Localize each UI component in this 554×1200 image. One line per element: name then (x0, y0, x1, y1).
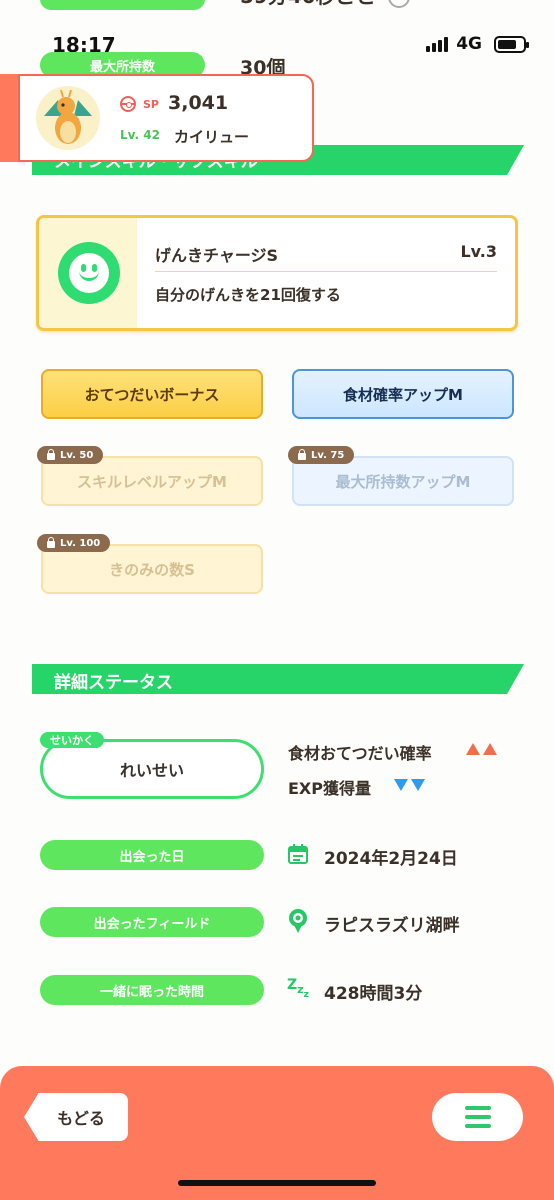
main-skill-name: げんきチャージS (155, 246, 279, 265)
met-date-value: 2024年2月24日 (324, 849, 458, 869)
dragonite-avatar-icon (36, 86, 100, 150)
section-header-skills: メインスキル・サブスキル (26, 145, 524, 175)
info-icon[interactable] (388, 0, 410, 8)
pokemon-name: カイリュー (174, 128, 250, 146)
subskill-label: スキルレベルアップM (77, 472, 227, 491)
nature-tag: せいかく (40, 732, 104, 748)
down-arrow-icon (394, 779, 408, 791)
sleep-zzz-icon: Zzz (287, 977, 309, 1000)
home-indicator[interactable] (178, 1180, 376, 1186)
sleep-time-label: 一緒に眠った時間 (40, 975, 264, 1005)
subskill-button-2[interactable]: 食材確率アップM (292, 369, 514, 419)
up-arrow-icon (466, 743, 480, 755)
up-arrow-icon (483, 743, 497, 755)
lock-icon (47, 537, 55, 548)
divider (155, 271, 497, 272)
down-arrow-icon (411, 779, 425, 791)
main-skill-description: 自分のげんきを21回復する (155, 286, 341, 304)
status-indicators: 4G (426, 34, 529, 54)
sleep-time-value: 428時間3分 (324, 984, 423, 1004)
met-date-label: 出会った日 (40, 840, 264, 870)
subskill-button-1[interactable]: おてつだいボーナス (41, 369, 263, 419)
skill-icon-area (39, 218, 137, 328)
smile-face-icon (58, 242, 120, 304)
back-button[interactable]: もどる (24, 1093, 128, 1141)
scrolled-label-pill (40, 0, 205, 10)
lock-icon (298, 449, 306, 460)
section-title-skills: メインスキル・サブスキル (54, 152, 258, 172)
lock-level: Lv. 100 (60, 537, 101, 549)
calendar-icon (287, 843, 309, 869)
sp-label: SP (143, 98, 159, 111)
pokemon-level: Lv. 42 (120, 128, 160, 142)
lock-icon (47, 449, 55, 460)
battery-icon (494, 35, 529, 53)
main-skill-card[interactable]: げんきチャージS Lv.3 自分のげんきを21回復する (36, 215, 518, 331)
network-type: 4G (456, 34, 482, 54)
lock-badge: Lv. 100 (37, 534, 111, 552)
scrolled-value: 59分40秒ごと (240, 0, 376, 9)
lock-badge: Lv. 50 (37, 446, 104, 464)
main-skill-level: Lv.3 (460, 242, 497, 261)
sp-value: 3,041 (168, 92, 229, 114)
nature-value: れいせい (119, 761, 184, 780)
nature-effect-up: 食材おてつだい確率 (288, 744, 432, 763)
subskill-label: 最大所持数アップM (335, 472, 471, 491)
lock-level: Lv. 50 (60, 449, 94, 461)
map-pin-icon (287, 908, 309, 938)
met-field-value: ラピスラズリ湖畔 (324, 916, 460, 936)
back-label: もどる (57, 1109, 105, 1128)
section-title-detail: 詳細ステータス (54, 673, 173, 693)
subskill-label: きのみの数S (109, 560, 195, 579)
hamburger-menu-icon[interactable] (432, 1093, 523, 1141)
pokeball-icon (120, 96, 136, 112)
signal-icon (426, 36, 449, 52)
nature-box: れいせい (40, 739, 264, 799)
lock-badge: Lv. 75 (288, 446, 355, 464)
met-field-label: 出会ったフィールド (40, 907, 264, 937)
section-header-detail: 詳細ステータス (26, 664, 524, 694)
lock-level: Lv. 75 (311, 449, 345, 461)
nature-effect-down: EXP獲得量 (288, 779, 371, 798)
subskill-label: 食材確率アップM (343, 385, 463, 404)
subskill-label: おてつだいボーナス (84, 385, 220, 404)
